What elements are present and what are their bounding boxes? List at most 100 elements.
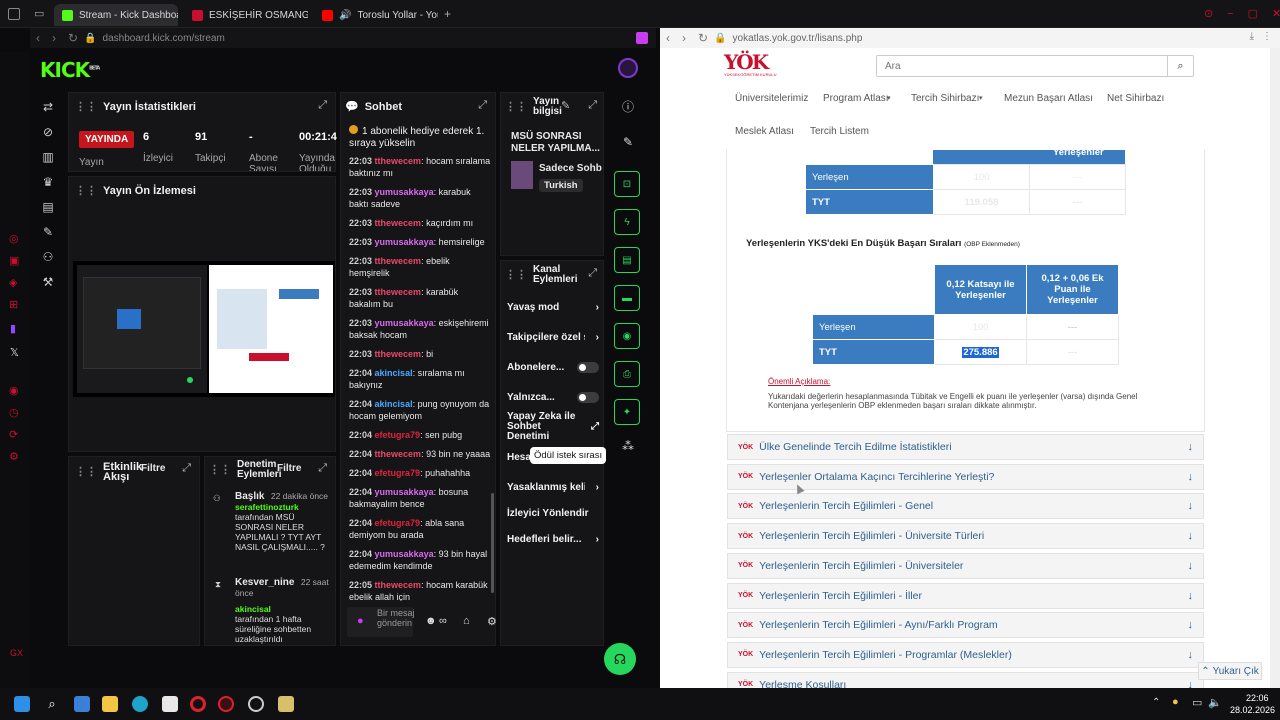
chat-username[interactable]: yumusakkaya bbox=[375, 187, 434, 197]
window-controls[interactable]: ⊙−▢✕ bbox=[1204, 7, 1280, 20]
nav-net-wizard[interactable]: Net Sihirbazı bbox=[1107, 93, 1164, 104]
nav-universities[interactable]: Üniversitelerimiz bbox=[735, 93, 808, 104]
drag-handle-icon[interactable]: ⋮⋮ bbox=[209, 465, 231, 476]
clock-time[interactable]: 22:06 bbox=[1246, 693, 1269, 703]
clip-button[interactable]: ⊡ bbox=[614, 171, 640, 197]
action-raid[interactable]: İzleyici Yönlendir bbox=[507, 500, 599, 526]
expand-icon[interactable]: ⤢ bbox=[318, 99, 327, 112]
support-button[interactable]: ☊ bbox=[604, 643, 636, 675]
action-ai-moderation[interactable]: Yapay Zeka ile Sohbet Denetimi ⤢ bbox=[507, 412, 599, 442]
sidebar-apps[interactable]: ◎ ▣ ◈ ⊞ bbox=[9, 228, 19, 316]
search-icon[interactable]: ⌕ bbox=[44, 696, 60, 712]
flash-button[interactable]: ϟ bbox=[614, 209, 640, 235]
accordion-item[interactable]: YÖK Yerleşenlerin Tercih Eğilimleri - Pro… bbox=[727, 641, 1204, 668]
toggle-subscribers[interactable] bbox=[577, 361, 599, 373]
action-slow-mode[interactable]: Yavaş mod › bbox=[507, 294, 599, 320]
action-emotes-only[interactable]: Yalnızca... bbox=[507, 384, 599, 410]
explorer-icon[interactable] bbox=[102, 696, 118, 712]
clock-date[interactable]: 28.02.2026 bbox=[1230, 705, 1275, 715]
drag-handle-icon[interactable]: ⋮⋮ bbox=[505, 102, 527, 113]
chat-username[interactable]: yumusakkaya bbox=[375, 549, 434, 559]
audit-filter[interactable]: Filtre bbox=[277, 463, 301, 474]
chat-username[interactable]: tthewecem bbox=[375, 218, 422, 228]
accordion-item[interactable]: YÖK Yerleşenlerin Tercih Eğilimleri - Gen… bbox=[727, 493, 1204, 520]
network-icon[interactable]: ▭ bbox=[1192, 696, 1202, 709]
back-icon[interactable]: ‹ bbox=[36, 31, 40, 45]
drag-handle-icon[interactable]: ⋮⋮ bbox=[75, 100, 97, 113]
chat-username[interactable]: tthewecem bbox=[375, 449, 422, 459]
edit-icon[interactable]: ✎ bbox=[561, 99, 570, 112]
drag-handle-icon[interactable]: ⋮⋮ bbox=[505, 270, 527, 281]
forward-icon[interactable]: › bbox=[682, 31, 686, 45]
twitch-icon[interactable]: ▮ bbox=[10, 322, 16, 335]
info-icon[interactable]: ⓘ bbox=[614, 98, 642, 115]
action-followers-only[interactable]: Takipçilere özel s › bbox=[507, 324, 599, 350]
link-icon[interactable]: ⊘ bbox=[41, 125, 55, 139]
tray-chevron-icon[interactable]: ⌃ bbox=[1152, 697, 1160, 708]
opera-icon[interactable] bbox=[190, 696, 206, 712]
chat-username[interactable]: tthewecem bbox=[375, 256, 422, 266]
action-goals[interactable]: Hedefleri belir... › bbox=[507, 526, 599, 552]
expand-icon[interactable]: ⤢ bbox=[588, 267, 597, 280]
settings-icon[interactable]: ⚙ bbox=[487, 615, 497, 628]
chat-username[interactable]: efetugra79 bbox=[375, 468, 421, 478]
obs-icon[interactable] bbox=[248, 696, 264, 712]
chat-username[interactable]: yumusakkaya bbox=[375, 237, 434, 247]
cell-selected[interactable]: 275.886 bbox=[934, 339, 1027, 365]
accordion-item[interactable]: YÖK Yerleşenlerin Tercih Eğilimleri - Üni… bbox=[727, 552, 1204, 579]
nav-my-list[interactable]: Tercih Listem bbox=[810, 126, 869, 137]
chat-username[interactable]: tthewecem bbox=[375, 580, 422, 590]
edge-icon[interactable] bbox=[132, 696, 148, 712]
tab-esogu[interactable]: ESKİŞEHİR OSMANGAZİ Ü bbox=[184, 4, 308, 26]
url-text[interactable]: yokatlas.yok.gov.tr/lisans.php bbox=[733, 33, 863, 44]
search-field[interactable]: ⌕ bbox=[876, 55, 1194, 77]
store-icon[interactable] bbox=[162, 696, 178, 712]
action-banned-words[interactable]: Yasaklanmış keli › bbox=[507, 474, 599, 500]
expand-icon[interactable]: ⤢ bbox=[478, 99, 487, 112]
back-to-top-button[interactable]: ⌃ Yukarı Çık bbox=[1198, 662, 1262, 680]
trophy-icon[interactable]: ♛ bbox=[41, 175, 55, 189]
audit-user[interactable]: serafettinozturk bbox=[235, 502, 333, 512]
pinned-goal[interactable]: 1 abonelik hediye ederek 1. sıraya yükse… bbox=[349, 125, 489, 150]
tab-youtube[interactable]: 🔊 Toroslu Yollar - YouTub bbox=[314, 4, 438, 26]
emote-icon[interactable]: ☻ bbox=[425, 615, 437, 627]
chat-input[interactable]: ● Bir mesaj gönderin bbox=[347, 607, 415, 637]
audit-user[interactable]: akincisal bbox=[235, 604, 333, 614]
page-scrollbar[interactable] bbox=[1270, 48, 1280, 688]
volume-icon[interactable]: 🔈 bbox=[1208, 696, 1222, 709]
rewards-icon[interactable]: ⁂ bbox=[614, 439, 642, 453]
mic-icon[interactable]: ● bbox=[357, 615, 364, 627]
menu-icon[interactable]: ⋮ bbox=[1262, 31, 1272, 42]
reload-icon[interactable]: ↻ bbox=[68, 31, 78, 45]
taskview-icon[interactable] bbox=[74, 696, 90, 712]
tools-button[interactable]: ✦ bbox=[614, 399, 640, 425]
chat-button[interactable]: ▬ bbox=[614, 285, 640, 311]
url-text[interactable]: dashboard.kick.com/stream bbox=[103, 33, 225, 44]
reload-icon[interactable]: ↻ bbox=[698, 31, 708, 45]
layout-icon[interactable]: ▤ bbox=[41, 200, 55, 214]
broadcast-button[interactable]: ◉ bbox=[614, 323, 640, 349]
opera-gx-icon[interactable] bbox=[218, 696, 234, 712]
action-subscribers-only[interactable]: Abonelere... bbox=[507, 354, 599, 380]
preview-video[interactable] bbox=[73, 261, 335, 397]
expand-icon[interactable]: ⤢ bbox=[318, 462, 327, 475]
accordion-item[interactable]: YÖK Yerleşenlerin Tercih Eğilimleri - İll… bbox=[727, 582, 1204, 609]
sidebar-tools[interactable]: ◉ ◷ ⟳ ⚙ bbox=[9, 380, 19, 468]
chat-username[interactable]: yumusakkaya bbox=[375, 318, 434, 328]
pen-icon[interactable]: ✎ bbox=[614, 135, 642, 149]
store-icon[interactable]: ⌂ bbox=[463, 615, 470, 627]
users-icon[interactable]: ⚇ bbox=[41, 250, 55, 264]
chat-username[interactable]: akincisal bbox=[375, 368, 413, 378]
nav-program-atlas[interactable]: Program Atlası bbox=[823, 93, 889, 104]
nav-job-atlas[interactable]: Meslek Atlası bbox=[735, 126, 794, 137]
app-icon[interactable] bbox=[278, 696, 294, 712]
chat-username[interactable]: yumusakkaya bbox=[375, 487, 434, 497]
back-icon[interactable]: ‹ bbox=[666, 31, 670, 45]
chat-username[interactable]: tthewecem bbox=[375, 156, 422, 166]
notes-button[interactable]: ▤ bbox=[614, 247, 640, 273]
tab-kick-dashboard[interactable]: Stream - Kick Dashboard bbox=[54, 4, 178, 26]
windows-start-icon[interactable] bbox=[14, 696, 30, 712]
chart-icon[interactable]: ▥ bbox=[41, 150, 55, 164]
download-icon[interactable]: ⤓ bbox=[1250, 31, 1254, 42]
accordion-item[interactable]: YÖK Yerleşenlerin Tercih Eğilimleri - Üni… bbox=[727, 523, 1204, 550]
